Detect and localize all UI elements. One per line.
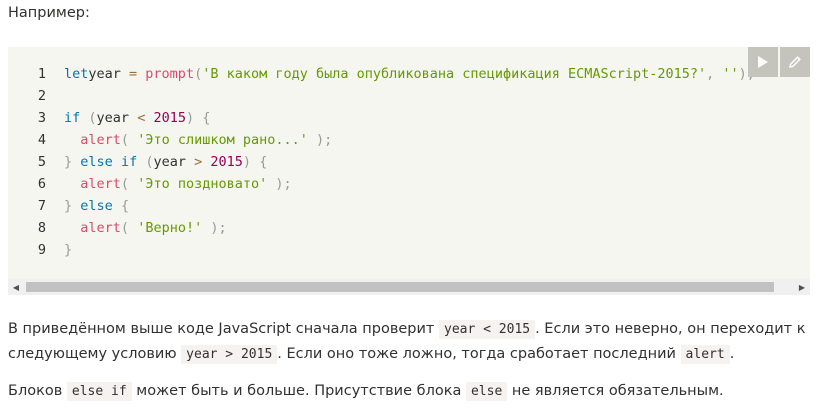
text: может быть и больше. Присутствие блока <box>131 383 466 399</box>
code-token: } <box>64 154 73 170</box>
intro-text: Например: <box>8 5 90 21</box>
code-token: else <box>80 198 113 214</box>
code-token: ); <box>316 132 333 148</box>
code-line: 2 <box>8 85 810 107</box>
code-token: prompt <box>137 66 195 82</box>
note-paragraph: Блоков else if может быть и больше. Прис… <box>8 379 810 404</box>
code-token: year <box>96 110 138 126</box>
code-token: { <box>120 198 130 214</box>
code-token: else <box>80 154 113 170</box>
edit-button[interactable] <box>780 47 810 77</box>
code-token: { <box>202 110 211 126</box>
code-token: 2015 <box>210 154 243 170</box>
code-token: } <box>64 198 73 214</box>
line-number: 6 <box>37 176 46 192</box>
code-token: 'Верно!' <box>137 220 203 236</box>
code-line: 4 alert( 'Это слишком рано...' ); <box>8 129 810 151</box>
run-button[interactable] <box>748 47 778 77</box>
code-line: 5} else if (year > 2015) { <box>8 151 810 173</box>
inline-code: else if <box>66 382 132 401</box>
line-number: 1 <box>37 66 46 82</box>
code-token: ( <box>120 176 130 192</box>
code-token: ); <box>210 220 227 236</box>
line-number: 8 <box>37 220 46 236</box>
pencil-icon <box>789 56 801 68</box>
code-token: alert <box>72 132 121 148</box>
text: . Если оно тоже ложно, тогда сработает п… <box>277 346 681 362</box>
code-text: alert( 'Верно!' ); <box>46 217 227 239</box>
code-token: alert <box>72 220 121 236</box>
text: В приведённом выше коде JavaScript снача… <box>8 321 439 337</box>
code-token: ( <box>120 220 130 236</box>
code-token: { <box>259 154 268 170</box>
code-text: } <box>46 239 72 261</box>
code-token: 'Это поздновато' <box>137 176 268 192</box>
text: . <box>729 346 735 362</box>
play-icon <box>758 56 768 68</box>
scrollbar-thumb[interactable] <box>26 282 774 292</box>
code-token: ); <box>275 176 292 192</box>
code-token: ( <box>194 66 203 82</box>
code-text: alert( 'Это поздновато' ); <box>46 173 292 195</box>
code-text: if (year < 2015) { <box>46 107 210 129</box>
inline-code: year < 2015 <box>439 320 536 339</box>
line-number: 2 <box>37 88 46 104</box>
code-token: ( <box>88 110 97 126</box>
line-number: 7 <box>37 198 46 214</box>
code-token: year <box>153 154 195 170</box>
code-lines: 1 letyear = prompt('В каком году была опу… <box>8 63 810 261</box>
inline-code: alert <box>680 345 730 364</box>
code-text: alert( 'Это слишком рано...' ); <box>46 129 332 151</box>
code-token: ) <box>242 154 252 170</box>
code-token: = <box>129 66 138 82</box>
explanation-paragraph: В приведённом выше коде JavaScript снача… <box>8 317 810 367</box>
text: не является обязательным. <box>507 383 724 399</box>
code-token: } <box>64 242 73 258</box>
line-number: 9 <box>37 242 46 258</box>
code-toolbar <box>748 47 810 77</box>
code-line: 7} else { <box>8 195 810 217</box>
code-token: alert <box>72 176 121 192</box>
code-token: ( <box>120 132 130 148</box>
line-number: 5 <box>37 154 46 170</box>
code-text: letyear = prompt('В каком году была опуб… <box>46 63 755 85</box>
code-line: 3 if (year < 2015) { <box>8 107 810 129</box>
code-token: 2015 <box>153 110 186 126</box>
code-token: ) <box>185 110 195 126</box>
code-text: } else { <box>46 195 129 217</box>
code-token: let <box>64 66 89 82</box>
code-token: 'Это слишком рано...' <box>137 132 308 148</box>
code-line: 9} <box>8 239 810 261</box>
scroll-right-arrow-icon[interactable]: ▶ <box>794 279 810 295</box>
code-token: if <box>64 110 81 126</box>
text: Блоков <box>8 383 67 399</box>
inline-code: year > 2015 <box>181 345 278 364</box>
code-token: 'В каком году была опубликована специфик… <box>202 66 707 82</box>
code-token: '' <box>714 66 739 82</box>
horizontal-scrollbar[interactable]: ◀ ▶ <box>8 279 810 295</box>
code-line: 1 letyear = prompt('В каком году была опу… <box>8 63 810 85</box>
code-block: 1 letyear = prompt('В каком году была опу… <box>8 47 810 295</box>
scroll-left-arrow-icon[interactable]: ◀ <box>8 279 24 295</box>
line-number: 4 <box>37 132 46 148</box>
code-token: year <box>88 66 130 82</box>
code-text: } else if (year > 2015) { <box>46 151 267 173</box>
inline-code: else <box>465 382 508 401</box>
line-number: 3 <box>37 110 46 126</box>
code-token: if <box>120 154 138 170</box>
code-line: 6 alert( 'Это поздновато' ); <box>8 173 810 195</box>
code-line: 8 alert( 'Верно!' ); <box>8 217 810 239</box>
